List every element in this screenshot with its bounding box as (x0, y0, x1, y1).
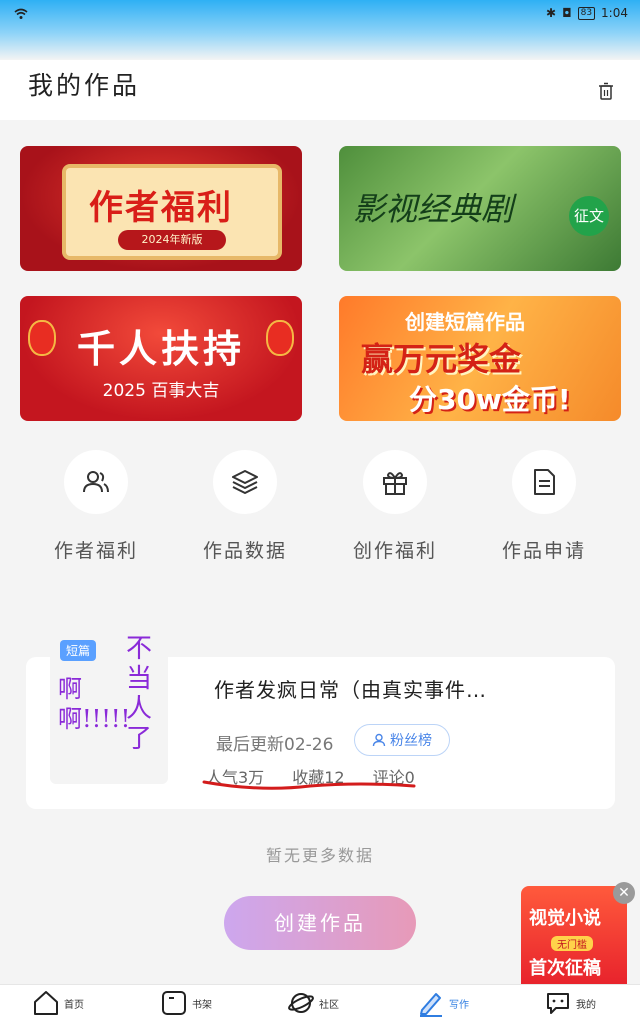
clock: 1:04 (601, 6, 628, 20)
bookshelf-icon (162, 991, 186, 1015)
banner-line-2: 赢万元奖金 (361, 340, 522, 378)
cover-handwriting: 啊啊!!!!! (58, 675, 131, 733)
banner-title: 千人扶持 (76, 327, 245, 371)
no-more-data: 暂无更多数据 (265, 846, 374, 865)
banner-title: 作者福利 (89, 188, 233, 228)
red-underline-annotation (202, 780, 416, 790)
floating-ad-visual-novel[interactable]: 视觉小说 无门槛 首次征稿 (521, 886, 627, 992)
quick-action-author-benefits[interactable]: 作者福利 (26, 450, 166, 563)
banner-thousand-support[interactable]: 千人扶持 2025 百事大吉 (20, 296, 302, 421)
ad-line-1: 视觉小说 (529, 908, 601, 929)
quick-action-circle (512, 450, 576, 514)
bottom-tab-bar: 首页 书架 社区 写作 我的 (0, 984, 640, 1024)
tab-mine[interactable]: 我的 (544, 989, 596, 1017)
quick-action-circle (363, 450, 427, 514)
banner-subtitle: 2024年新版 (118, 230, 226, 250)
short-story-badge: 短篇 (60, 640, 97, 661)
quick-action-work-application[interactable]: 作品申请 (474, 450, 614, 563)
last-updated: 最后更新02-26 (216, 735, 334, 755)
fans-ranking-button[interactable]: 粉丝榜 (354, 724, 450, 756)
banner-short-works-prize[interactable]: 创建短篇作品 赢万元奖金 分30w金币! (339, 296, 621, 421)
layers-icon (232, 470, 258, 494)
banner-author-benefits[interactable]: 作者福利 2024年新版 (20, 146, 302, 271)
cover-handwriting: 不当人了 (126, 634, 153, 754)
bluetooth-icon: ✱ (546, 6, 557, 20)
pen-icon (420, 993, 442, 1017)
create-work-button[interactable]: 创建作品 (224, 896, 416, 950)
shield-icon: ◘ (562, 6, 572, 20)
quick-action-label: 作品数据 (202, 540, 287, 562)
tab-community[interactable]: 社区 (287, 989, 339, 1017)
quick-action-work-data[interactable]: 作品数据 (175, 450, 315, 563)
banner-tag: 征文 (569, 196, 609, 236)
banner-line-3: 分30w金币! (409, 383, 571, 416)
tab-label: 我的 (576, 999, 596, 1011)
banner-film-classics[interactable]: 影视经典剧 征文 (339, 146, 621, 271)
ad-line-2: 首次征稿 (529, 958, 601, 979)
ad-badge: 无门槛 (551, 936, 593, 951)
fans-ranking-label: 粉丝榜 (390, 733, 432, 749)
tab-write[interactable]: 写作 (417, 989, 469, 1017)
planet-icon (288, 993, 314, 1013)
quick-action-label: 作者福利 (53, 540, 138, 562)
banner-subtitle: 2025 百事大吉 (102, 381, 220, 401)
banner-line-1: 创建短篇作品 (405, 310, 525, 334)
quick-action-circle (213, 450, 277, 514)
page-header: 我的作品 (0, 60, 640, 120)
tab-label: 写作 (449, 999, 469, 1011)
work-title[interactable]: 作者发疯日常（由真实事件… (214, 674, 487, 703)
quick-action-label: 创作福利 (352, 540, 437, 562)
gift-icon (383, 472, 407, 495)
trash-icon[interactable] (598, 82, 614, 100)
wifi-icon (14, 8, 28, 19)
status-right: ✱ ◘ 83 1:04 (546, 6, 628, 20)
person-icon (372, 733, 386, 747)
quick-action-creation-benefits[interactable]: 创作福利 (325, 450, 465, 563)
chat-bubble-icon (547, 993, 569, 1014)
tab-bookshelf[interactable]: 书架 (160, 989, 212, 1017)
tab-home[interactable]: 首页 (32, 989, 84, 1017)
person-group-icon (83, 471, 109, 493)
document-icon (534, 469, 555, 495)
battery-level: 83 (577, 6, 596, 20)
quick-action-circle (64, 450, 128, 514)
home-icon (34, 991, 58, 1015)
work-cover[interactable]: 不当人了 啊啊!!!!! 短篇 (50, 626, 168, 784)
tab-label: 首页 (64, 999, 84, 1011)
tab-label: 书架 (192, 999, 212, 1011)
page-title: 我的作品 (28, 71, 141, 100)
tab-label: 社区 (319, 999, 339, 1011)
banner-title: 影视经典剧 (353, 190, 514, 228)
close-icon[interactable]: ✕ (613, 882, 635, 904)
quick-action-label: 作品申请 (501, 540, 586, 562)
status-bar: ✱ ◘ 83 1:04 (0, 0, 640, 60)
